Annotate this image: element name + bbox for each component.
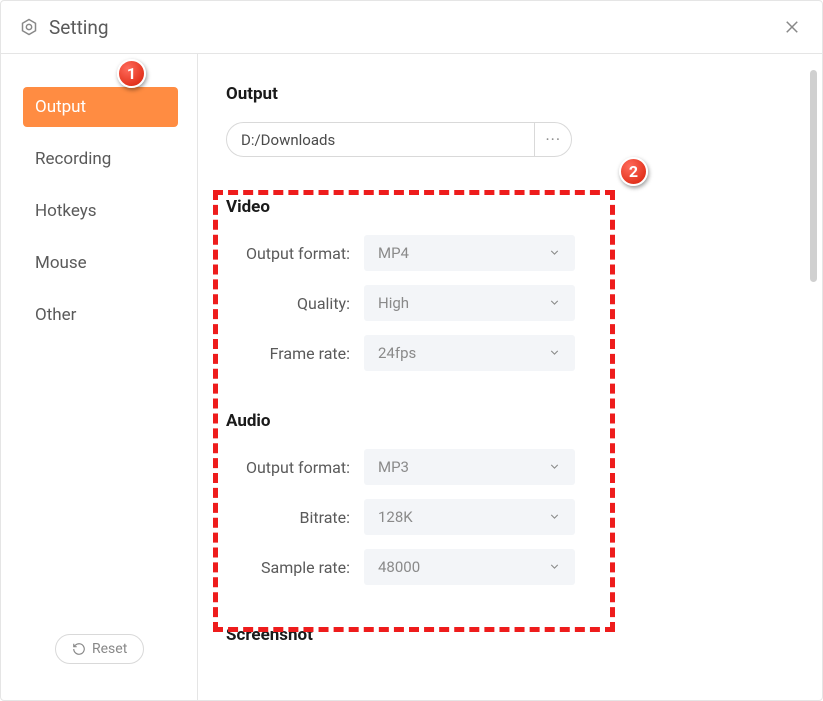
ellipsis-icon: ··· xyxy=(545,130,561,149)
video-format-row: Output format: MP4 xyxy=(226,235,794,271)
titlebar: Setting xyxy=(1,1,822,54)
sidebar-item-label: Mouse xyxy=(35,253,87,273)
sidebar-item-hotkeys[interactable]: Hotkeys xyxy=(23,191,178,231)
audio-samplerate-label: Sample rate: xyxy=(226,558,364,577)
refresh-icon xyxy=(72,642,86,656)
audio-bitrate-select[interactable]: 128K xyxy=(364,499,575,535)
sidebar: Output Recording Hotkeys Mouse Other xyxy=(1,54,198,700)
sidebar-item-label: Hotkeys xyxy=(35,201,97,221)
chevron-down-icon xyxy=(548,558,561,577)
video-framerate-row: Frame rate: 24fps xyxy=(226,335,794,371)
audio-format-row: Output format: MP3 xyxy=(226,449,794,485)
audio-settings-group: Audio Output format: MP3 Bitrate: 128K xyxy=(226,411,794,585)
content-pane: Output D:/Downloads ··· Video Output for… xyxy=(198,54,822,700)
output-path-value: D:/Downloads xyxy=(227,131,534,149)
audio-format-label: Output format: xyxy=(226,458,364,477)
video-format-label: Output format: xyxy=(226,244,364,263)
browse-button[interactable]: ··· xyxy=(534,123,571,156)
video-framerate-value: 24fps xyxy=(378,344,416,362)
audio-samplerate-value: 48000 xyxy=(378,558,420,576)
video-quality-label: Quality: xyxy=(226,294,364,313)
settings-icon xyxy=(19,17,39,37)
audio-samplerate-row: Sample rate: 48000 xyxy=(226,549,794,585)
audio-bitrate-row: Bitrate: 128K xyxy=(226,499,794,535)
sidebar-item-label: Recording xyxy=(35,149,111,169)
chevron-down-icon xyxy=(548,244,561,263)
audio-format-select[interactable]: MP3 xyxy=(364,449,575,485)
output-section-title: Output xyxy=(226,84,794,104)
audio-samplerate-select[interactable]: 48000 xyxy=(364,549,575,585)
video-quality-select[interactable]: High xyxy=(364,285,575,321)
sidebar-item-label: Other xyxy=(35,305,76,325)
screenshot-section-title: Screenshot xyxy=(226,625,794,645)
video-format-select[interactable]: MP4 xyxy=(364,235,575,271)
audio-format-value: MP3 xyxy=(378,458,409,476)
chevron-down-icon xyxy=(548,294,561,313)
audio-section-title: Audio xyxy=(226,411,794,431)
reset-button[interactable]: Reset xyxy=(55,634,144,664)
video-framerate-select[interactable]: 24fps xyxy=(364,335,575,371)
video-format-value: MP4 xyxy=(378,244,409,262)
video-quality-value: High xyxy=(378,294,409,312)
close-button[interactable] xyxy=(780,15,804,39)
body: Output Recording Hotkeys Mouse Other xyxy=(1,54,822,700)
sidebar-item-recording[interactable]: Recording xyxy=(23,139,178,179)
window-title: Setting xyxy=(49,16,780,39)
chevron-down-icon xyxy=(548,344,561,363)
sidebar-item-mouse[interactable]: Mouse xyxy=(23,243,178,283)
sidebar-item-output[interactable]: Output xyxy=(23,87,178,127)
chevron-down-icon xyxy=(548,508,561,527)
audio-bitrate-label: Bitrate: xyxy=(226,508,364,527)
video-quality-row: Quality: High xyxy=(226,285,794,321)
video-framerate-label: Frame rate: xyxy=(226,344,364,363)
settings-window: Setting Output Recording Hotkeys Mouse O… xyxy=(0,0,823,701)
video-settings-group: Video Output format: MP4 Quality: High xyxy=(226,197,794,371)
video-section-title: Video xyxy=(226,197,794,217)
scrollbar[interactable] xyxy=(810,70,817,282)
annotation-badge-2: 2 xyxy=(619,157,648,186)
sidebar-item-label: Output xyxy=(35,97,86,117)
chevron-down-icon xyxy=(548,458,561,477)
annotation-badge-1: 1 xyxy=(117,59,146,88)
output-path-field[interactable]: D:/Downloads ··· xyxy=(226,122,572,157)
audio-bitrate-value: 128K xyxy=(378,508,413,526)
sidebar-item-other[interactable]: Other xyxy=(23,295,178,335)
reset-label: Reset xyxy=(92,641,127,657)
